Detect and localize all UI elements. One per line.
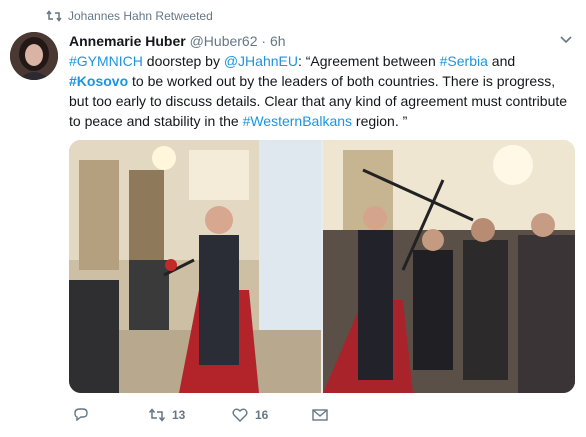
direct-message-button[interactable] xyxy=(311,406,329,424)
retweet-icon xyxy=(46,10,62,22)
hashtag-gymnich[interactable]: #GYMNICH xyxy=(69,53,143,69)
chevron-down-icon[interactable] xyxy=(559,33,573,47)
tweet-text-segment: region. ” xyxy=(352,113,408,129)
heart-icon xyxy=(232,408,248,422)
tweet[interactable]: Johannes Hahn Retweeted Annemarie Huber … xyxy=(0,0,586,437)
author-name[interactable]: Annemarie Huber xyxy=(69,33,186,49)
retweet-context-label[interactable]: Johannes Hahn Retweeted xyxy=(68,9,213,23)
separator-dot: · xyxy=(261,33,267,49)
tweet-text-segment: : “Agreement between xyxy=(297,53,440,69)
hashtag-serbia[interactable]: #Serbia xyxy=(440,53,488,69)
avatar[interactable] xyxy=(10,32,58,80)
retweet-button[interactable]: 13 xyxy=(148,406,185,424)
direct-message-icon xyxy=(312,409,328,421)
retweet-icon xyxy=(148,408,166,422)
hashtag-westernbalkans[interactable]: #WesternBalkans xyxy=(243,113,352,129)
tweet-timestamp[interactable]: 6h xyxy=(270,33,286,49)
tweet-text-segment: doorstep by xyxy=(142,53,224,69)
media-photo-right[interactable] xyxy=(323,140,575,393)
retweet-count: 13 xyxy=(172,408,186,422)
media-grid xyxy=(69,140,575,393)
author-handle[interactable]: @Huber62 xyxy=(190,33,258,49)
tweet-actions: 13 16 xyxy=(72,405,572,425)
tweet-text: #GYMNICH doorstep by @JHahnEU: “Agreemen… xyxy=(69,51,574,131)
reply-button[interactable] xyxy=(72,406,96,424)
retweet-context[interactable]: Johannes Hahn Retweeted xyxy=(46,9,213,23)
tweet-text-segment: and xyxy=(487,53,516,69)
like-count: 16 xyxy=(255,408,269,422)
like-button[interactable]: 16 xyxy=(231,406,268,424)
tweet-header: Annemarie Huber @Huber62 · 6h xyxy=(69,32,286,50)
reply-icon xyxy=(74,408,88,422)
mention-jhahneu[interactable]: @JHahnEU xyxy=(224,53,298,69)
hashtag-kosovo[interactable]: #Kosovo xyxy=(69,73,128,89)
media-photo-left[interactable] xyxy=(69,140,321,393)
